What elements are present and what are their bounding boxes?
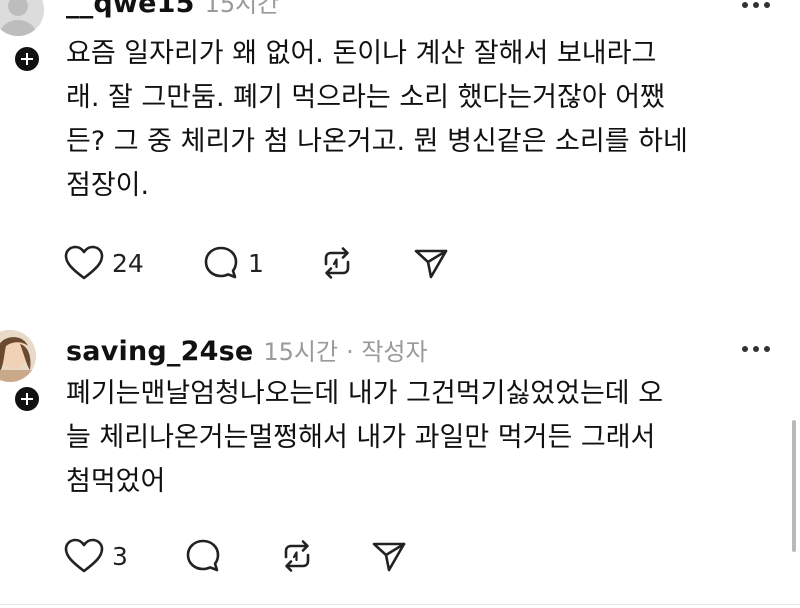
post-header: __qwe15 15시간 [66,0,279,20]
reply-button[interactable] [184,536,230,576]
like-count: 3 [112,541,128,571]
avatar[interactable] [0,0,44,36]
share-button[interactable] [370,536,408,576]
like-button[interactable]: 24 [64,243,144,283]
post-text-line: 첨먹었어 [66,466,166,497]
scrollbar[interactable] [792,420,796,552]
post-text-line: 점장이. [66,170,150,201]
heart-icon [64,245,104,280]
repost-icon [284,540,310,572]
post-text-line: 요즘 일자리가 왜 없어. 돈이나 계산 잘해서 보내라그 [66,38,657,69]
like-button[interactable]: 3 [64,536,128,576]
comment-bubble-icon [204,246,238,279]
heart-icon [64,538,104,573]
send-icon [372,542,406,572]
post-text-line: 늘 체리나온거는멀쩡해서 내가 과일만 먹거든 그래서 [66,422,656,453]
share-button[interactable] [412,243,450,283]
send-icon [414,249,448,279]
more-dots-icon[interactable] [742,346,770,352]
timestamp: 15시간 [263,338,339,366]
author-tag: · 작성자 [346,338,428,366]
reply-button[interactable]: 1 [202,243,264,283]
post-text: 요즘 일자리가 왜 없어. 돈이나 계산 잘해서 보내라그 래. 잘 그만둠. … [66,32,766,208]
post-text-line: 든? 그 중 체리가 첨 나온거고. 뭔 병신같은 소리를 하네 [66,126,688,157]
repost-button[interactable] [318,243,356,283]
repost-icon [324,247,350,279]
timestamp: 15시간 [204,0,280,18]
divider [0,604,800,605]
follow-plus-icon[interactable] [12,44,42,74]
post-text: 폐기는맨날엄청나오는데 내가 그건먹기싫었었는데 오 늘 체리나온거는멀쩡해서 … [66,372,766,504]
more-dots-icon[interactable] [742,2,770,8]
username[interactable]: saving_24se [66,336,253,367]
thread-post: saving_24se 15시간 · 작성자 폐기는맨날엄청나오는데 내가 그건… [0,296,800,608]
post-text-line: 폐기는맨날엄청나오는데 내가 그건먹기싫었었는데 오 [66,378,664,409]
thread-post: __qwe15 15시간 요즘 일자리가 왜 없어. 돈이나 계산 잘해서 보내… [0,0,800,296]
username[interactable]: __qwe15 [66,0,195,19]
repost-button[interactable] [278,536,316,576]
post-header: saving_24se 15시간 · 작성자 [66,332,428,368]
reply-count: 1 [248,248,264,278]
comment-bubble-icon [186,539,220,572]
post-text-line: 래. 잘 그만둠. 폐기 먹으라는 소리 했다는거잖아 어쨌 [66,82,665,113]
follow-plus-icon[interactable] [12,384,42,414]
like-count: 24 [112,248,144,278]
avatar[interactable] [0,330,36,382]
